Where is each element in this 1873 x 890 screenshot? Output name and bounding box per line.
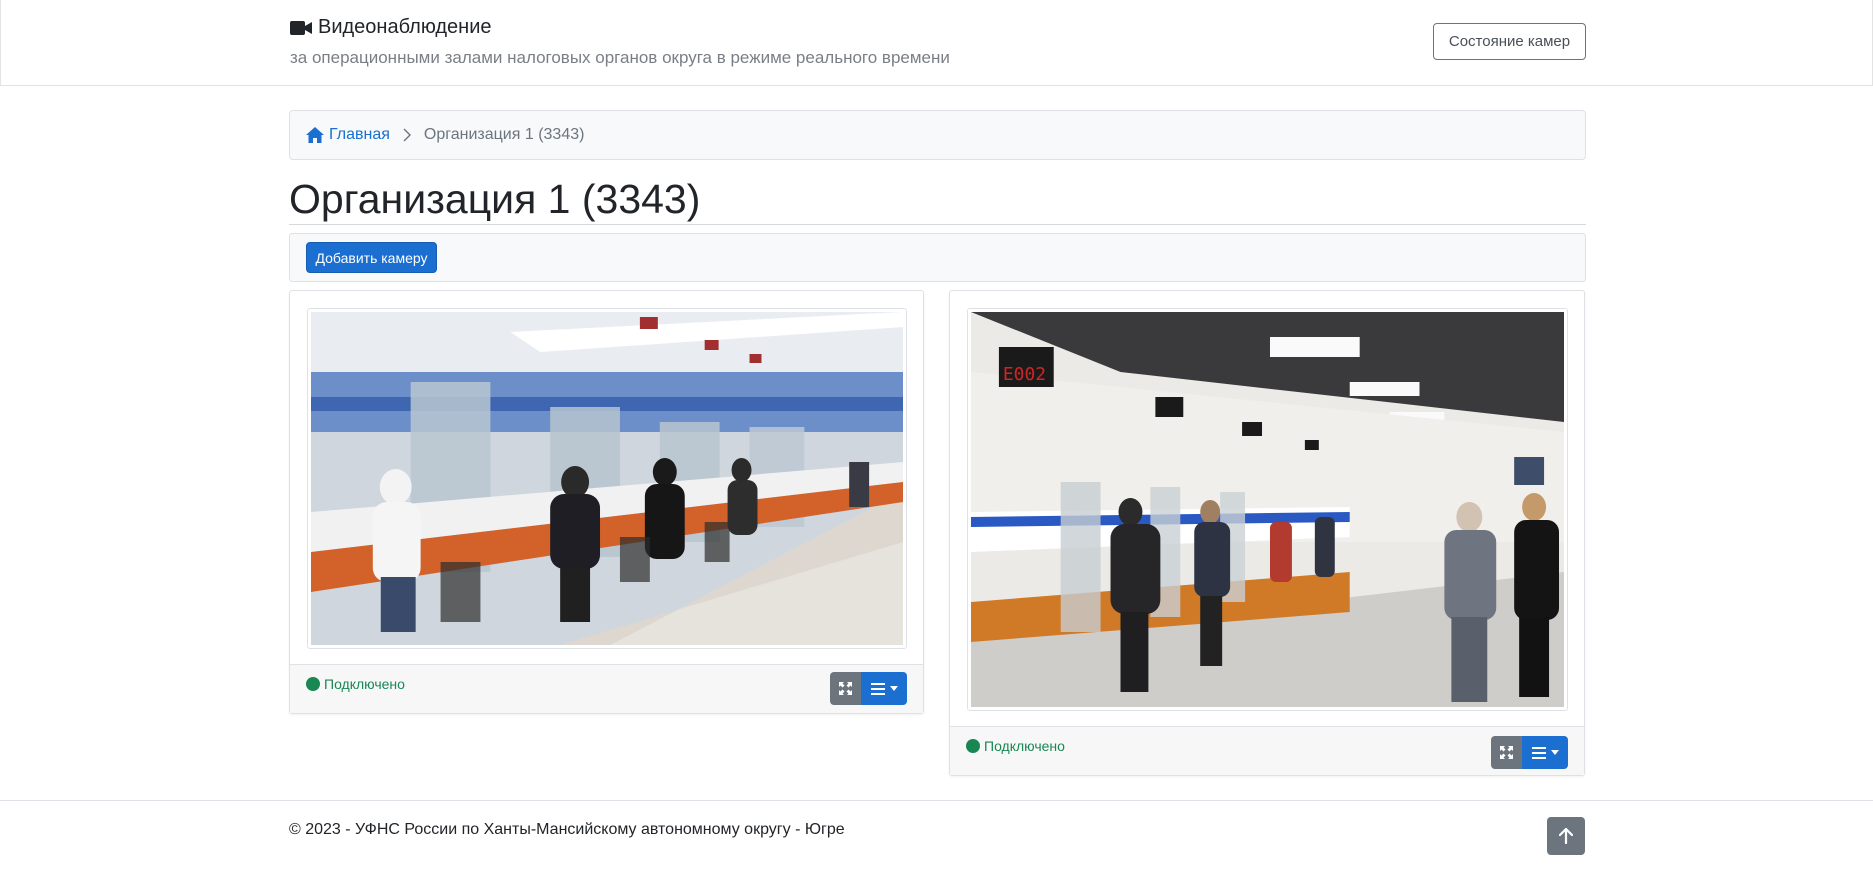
camera-menu-dropdown[interactable] xyxy=(861,672,907,705)
brand-title[interactable]: Видеонаблюдение xyxy=(290,16,492,39)
camera-actions xyxy=(830,672,907,705)
expand-icon xyxy=(1500,746,1513,759)
page-title: Организация 1 (3343) xyxy=(289,176,701,222)
status-dot-icon xyxy=(966,739,980,753)
expand-icon xyxy=(839,682,852,695)
caret-down-icon xyxy=(889,686,898,691)
site-header: Видеонаблюдение за операционными залами … xyxy=(0,0,1873,86)
fullscreen-button[interactable] xyxy=(1491,736,1522,769)
breadcrumb-current: Организация 1 (3343) xyxy=(423,126,585,143)
camera-actions xyxy=(1491,736,1568,769)
scroll-to-top-button[interactable] xyxy=(1547,817,1585,855)
svg-text:E002: E002 xyxy=(1003,364,1046,385)
chevron-right-icon xyxy=(403,128,411,142)
connection-status: Подключено xyxy=(306,676,405,692)
video-camera-icon xyxy=(290,20,312,35)
breadcrumb: Главная Организация 1 (3343) xyxy=(289,110,1586,160)
camera-card: Подключено xyxy=(289,290,924,714)
camera-feed-image[interactable]: E002 xyxy=(967,308,1568,711)
copyright-text: © 2023 - УФНС России по Ханты-Мансийском… xyxy=(289,821,845,838)
fullscreen-button[interactable] xyxy=(830,672,861,705)
camera-status-button[interactable]: Состояние камер xyxy=(1433,23,1586,60)
brand-subtitle: за операционными залами налоговых органо… xyxy=(290,48,950,67)
site-footer: © 2023 - УФНС России по Ханты-Мансийском… xyxy=(0,800,1873,890)
list-icon xyxy=(1531,746,1546,759)
arrow-up-icon xyxy=(1559,828,1573,844)
breadcrumb-home-link[interactable]: Главная xyxy=(306,126,390,144)
camera-menu-dropdown[interactable] xyxy=(1522,736,1568,769)
toolbar: Добавить камеру xyxy=(289,233,1586,282)
brand-title-text: Видеонаблюдение xyxy=(318,16,492,38)
camera-card-footer: Подключено xyxy=(950,726,1584,775)
status-dot-icon xyxy=(306,677,320,691)
camera-card-footer: Подключено xyxy=(290,664,923,713)
caret-down-icon xyxy=(1550,750,1559,755)
connection-status-label: Подключено xyxy=(324,676,405,692)
add-camera-button[interactable]: Добавить камеру xyxy=(306,242,437,273)
title-divider xyxy=(289,224,1586,225)
camera-card: E002 Подключено xyxy=(949,290,1585,776)
list-icon xyxy=(870,682,885,695)
home-icon xyxy=(306,127,324,143)
camera-feed-image[interactable] xyxy=(307,308,907,649)
connection-status: Подключено xyxy=(966,738,1065,754)
breadcrumb-home-label: Главная xyxy=(329,126,390,143)
connection-status-label: Подключено xyxy=(984,738,1065,754)
